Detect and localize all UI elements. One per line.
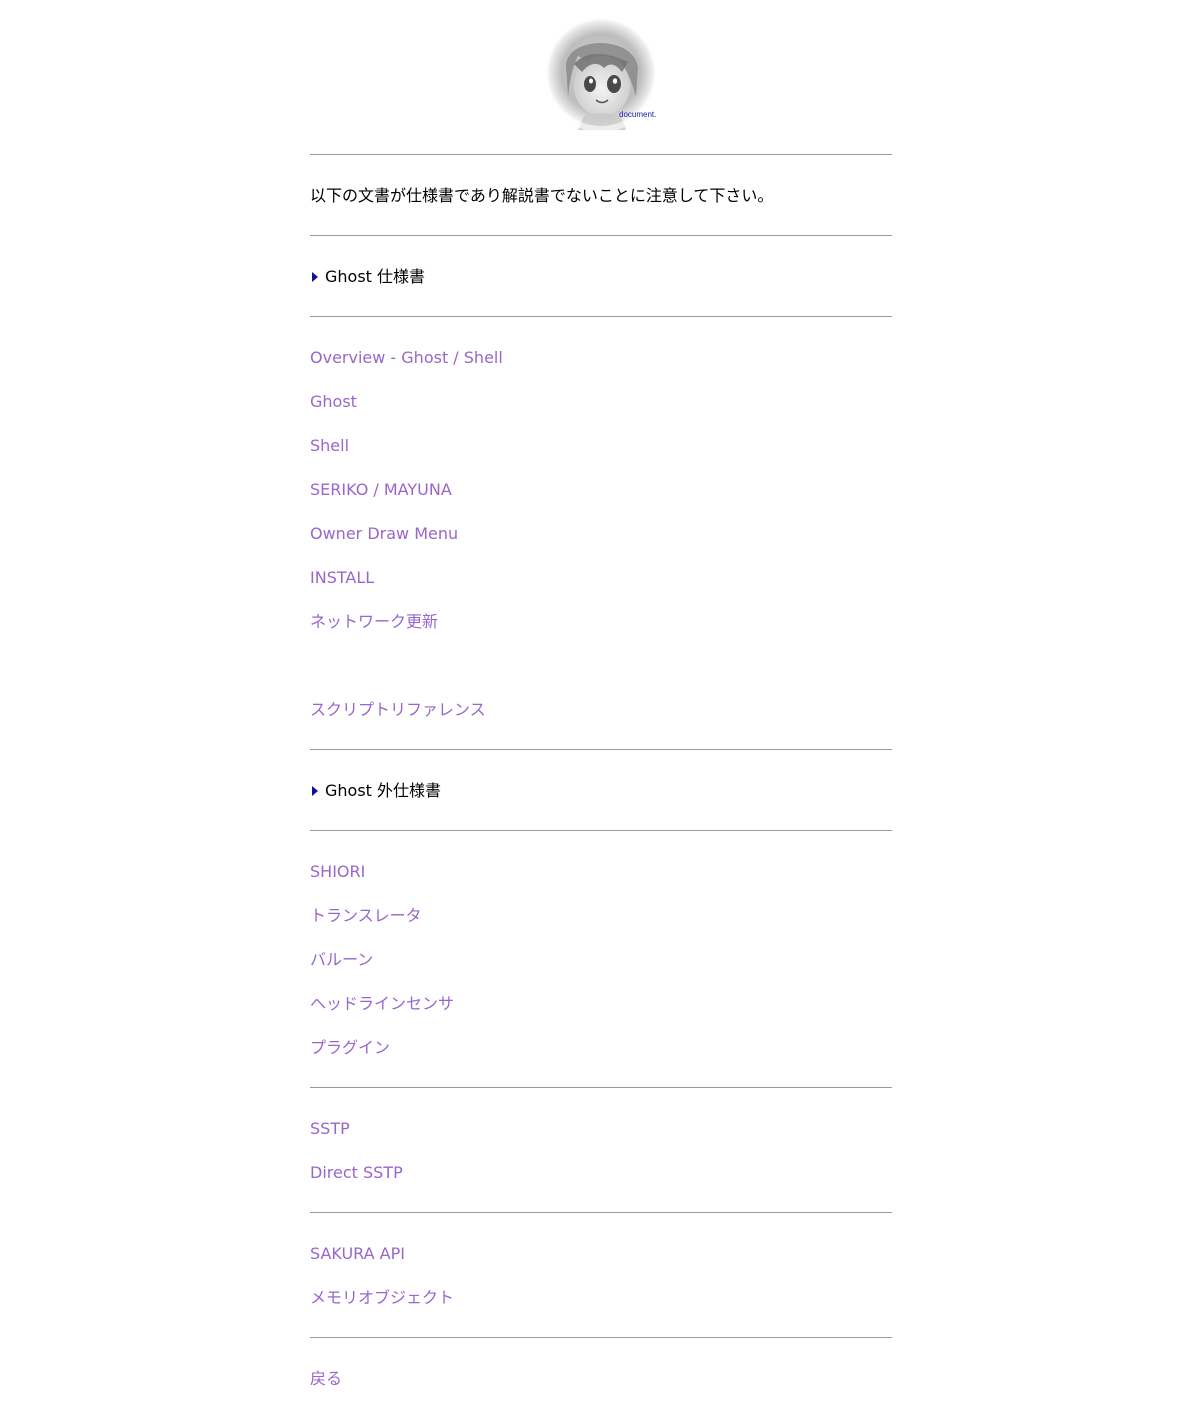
link-owner-draw-menu[interactable]: Owner Draw Menu	[310, 524, 458, 544]
link-shell[interactable]: Shell	[310, 436, 349, 456]
link-overview[interactable]: Overview - Ghost / Shell	[310, 348, 503, 368]
link-ghost[interactable]: Ghost	[310, 392, 357, 412]
divider	[310, 316, 892, 317]
divider	[310, 1087, 892, 1088]
divider	[310, 154, 892, 155]
section-heading-ghost-spec: Ghost 仕様書	[310, 267, 425, 287]
link-translator[interactable]: トランスレータ	[310, 906, 422, 926]
divider	[310, 830, 892, 831]
section-heading-external-spec: Ghost 外仕様書	[310, 781, 441, 801]
link-direct-sstp[interactable]: Direct SSTP	[310, 1163, 403, 1183]
triangle-bullet-icon	[312, 272, 318, 282]
divider	[310, 1212, 892, 1213]
divider	[310, 235, 892, 236]
link-script-reference[interactable]: スクリプトリファレンス	[310, 700, 486, 720]
link-seriko-mayuna[interactable]: SERIKO / MAYUNA	[310, 480, 452, 500]
document-logo: document.	[544, 16, 658, 130]
notice-text: 以下の文書が仕様書であり解説書でないことに注意して下さい。	[310, 186, 774, 205]
back-link[interactable]: 戻る	[310, 1369, 342, 1389]
section-heading-label: Ghost 外仕様書	[325, 781, 442, 800]
triangle-bullet-icon	[312, 786, 318, 796]
section-heading-label: Ghost 仕様書	[325, 267, 426, 286]
link-network-update[interactable]: ネットワーク更新	[310, 612, 438, 632]
link-sstp[interactable]: SSTP	[310, 1119, 350, 1139]
link-memory-object[interactable]: メモリオブジェクト	[310, 1288, 454, 1308]
link-shiori[interactable]: SHIORI	[310, 862, 365, 882]
divider	[310, 1337, 892, 1338]
link-install[interactable]: INSTALL	[310, 568, 374, 588]
logo-caption: document.	[619, 110, 657, 119]
link-balloon[interactable]: バルーン	[310, 950, 373, 970]
divider	[310, 749, 892, 750]
link-sakura-api[interactable]: SAKURA API	[310, 1244, 405, 1264]
link-headline-sensor[interactable]: ヘッドラインセンサ	[310, 994, 454, 1014]
link-plugin[interactable]: プラグイン	[310, 1038, 390, 1058]
